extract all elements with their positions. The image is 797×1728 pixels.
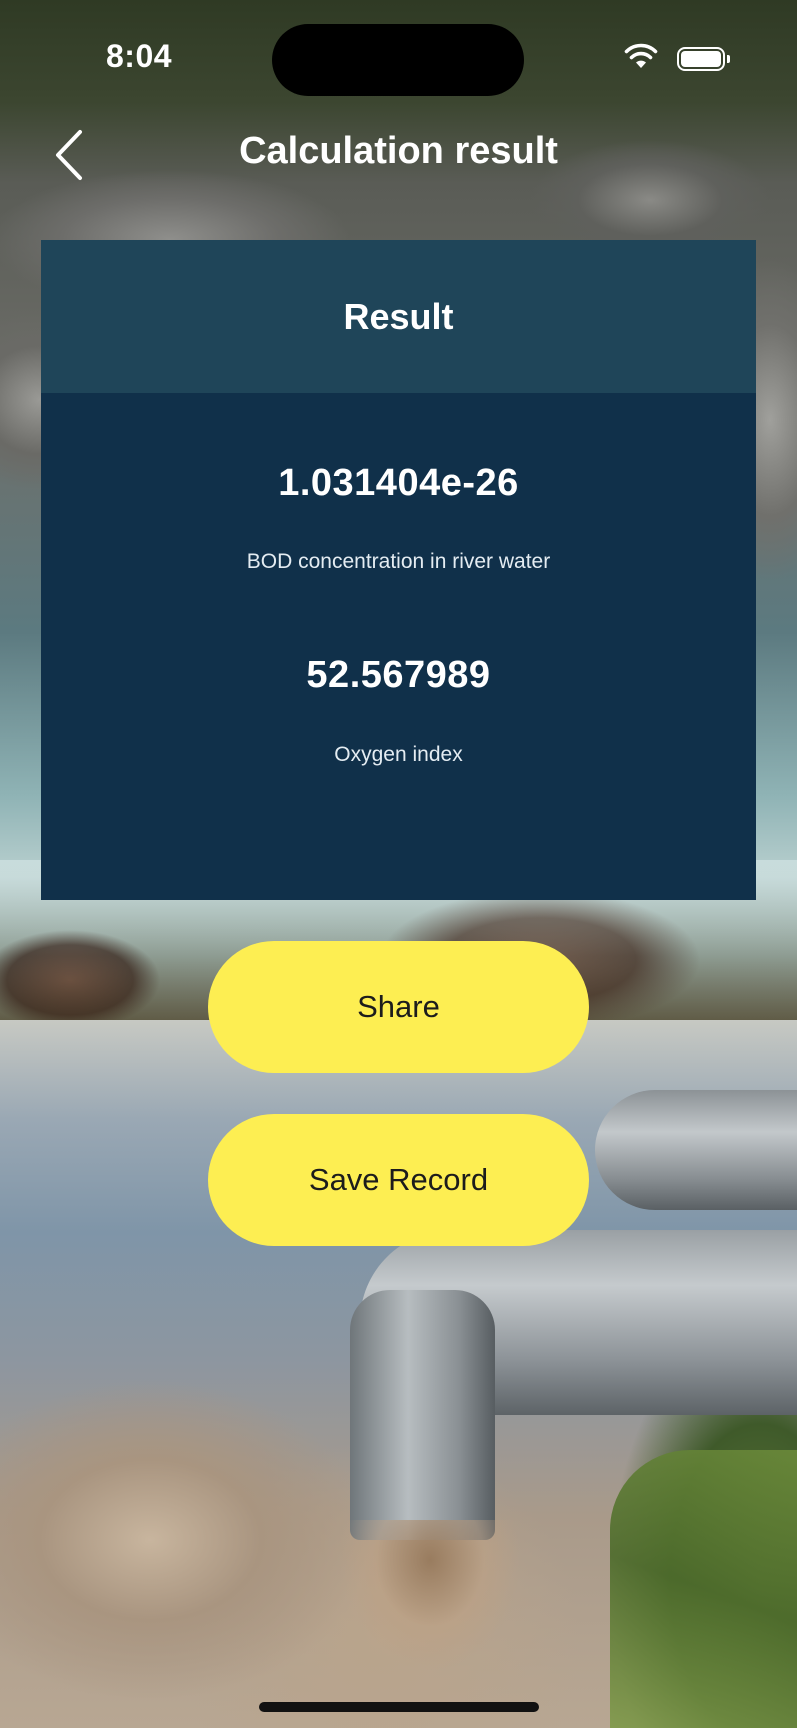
result-card-header: Result bbox=[41, 240, 756, 393]
background-discharge bbox=[330, 1520, 530, 1728]
background-grass bbox=[610, 1450, 797, 1728]
battery-icon bbox=[677, 47, 730, 71]
bod-concentration-label: BOD concentration in river water bbox=[246, 550, 551, 573]
page-title: Calculation result bbox=[239, 130, 558, 172]
status-time: 8:04 bbox=[106, 38, 173, 74]
home-indicator bbox=[259, 1702, 539, 1712]
background-pipe-upper bbox=[595, 1090, 797, 1210]
result-card-title: Result bbox=[343, 295, 454, 337]
oxygen-index-value: 52.567989 bbox=[306, 654, 491, 696]
background-pipe-outlet bbox=[350, 1290, 495, 1540]
bod-concentration-value: 1.031404e-26 bbox=[278, 462, 519, 504]
wifi-icon bbox=[624, 43, 658, 68]
result-card: Result 1.031404e-26 BOD concentration in… bbox=[41, 240, 756, 900]
oxygen-index-label: Oxygen index bbox=[334, 743, 463, 766]
dynamic-island bbox=[272, 24, 524, 96]
share-button[interactable]: Share bbox=[208, 941, 589, 1073]
save-record-button[interactable]: Save Record bbox=[208, 1114, 589, 1246]
